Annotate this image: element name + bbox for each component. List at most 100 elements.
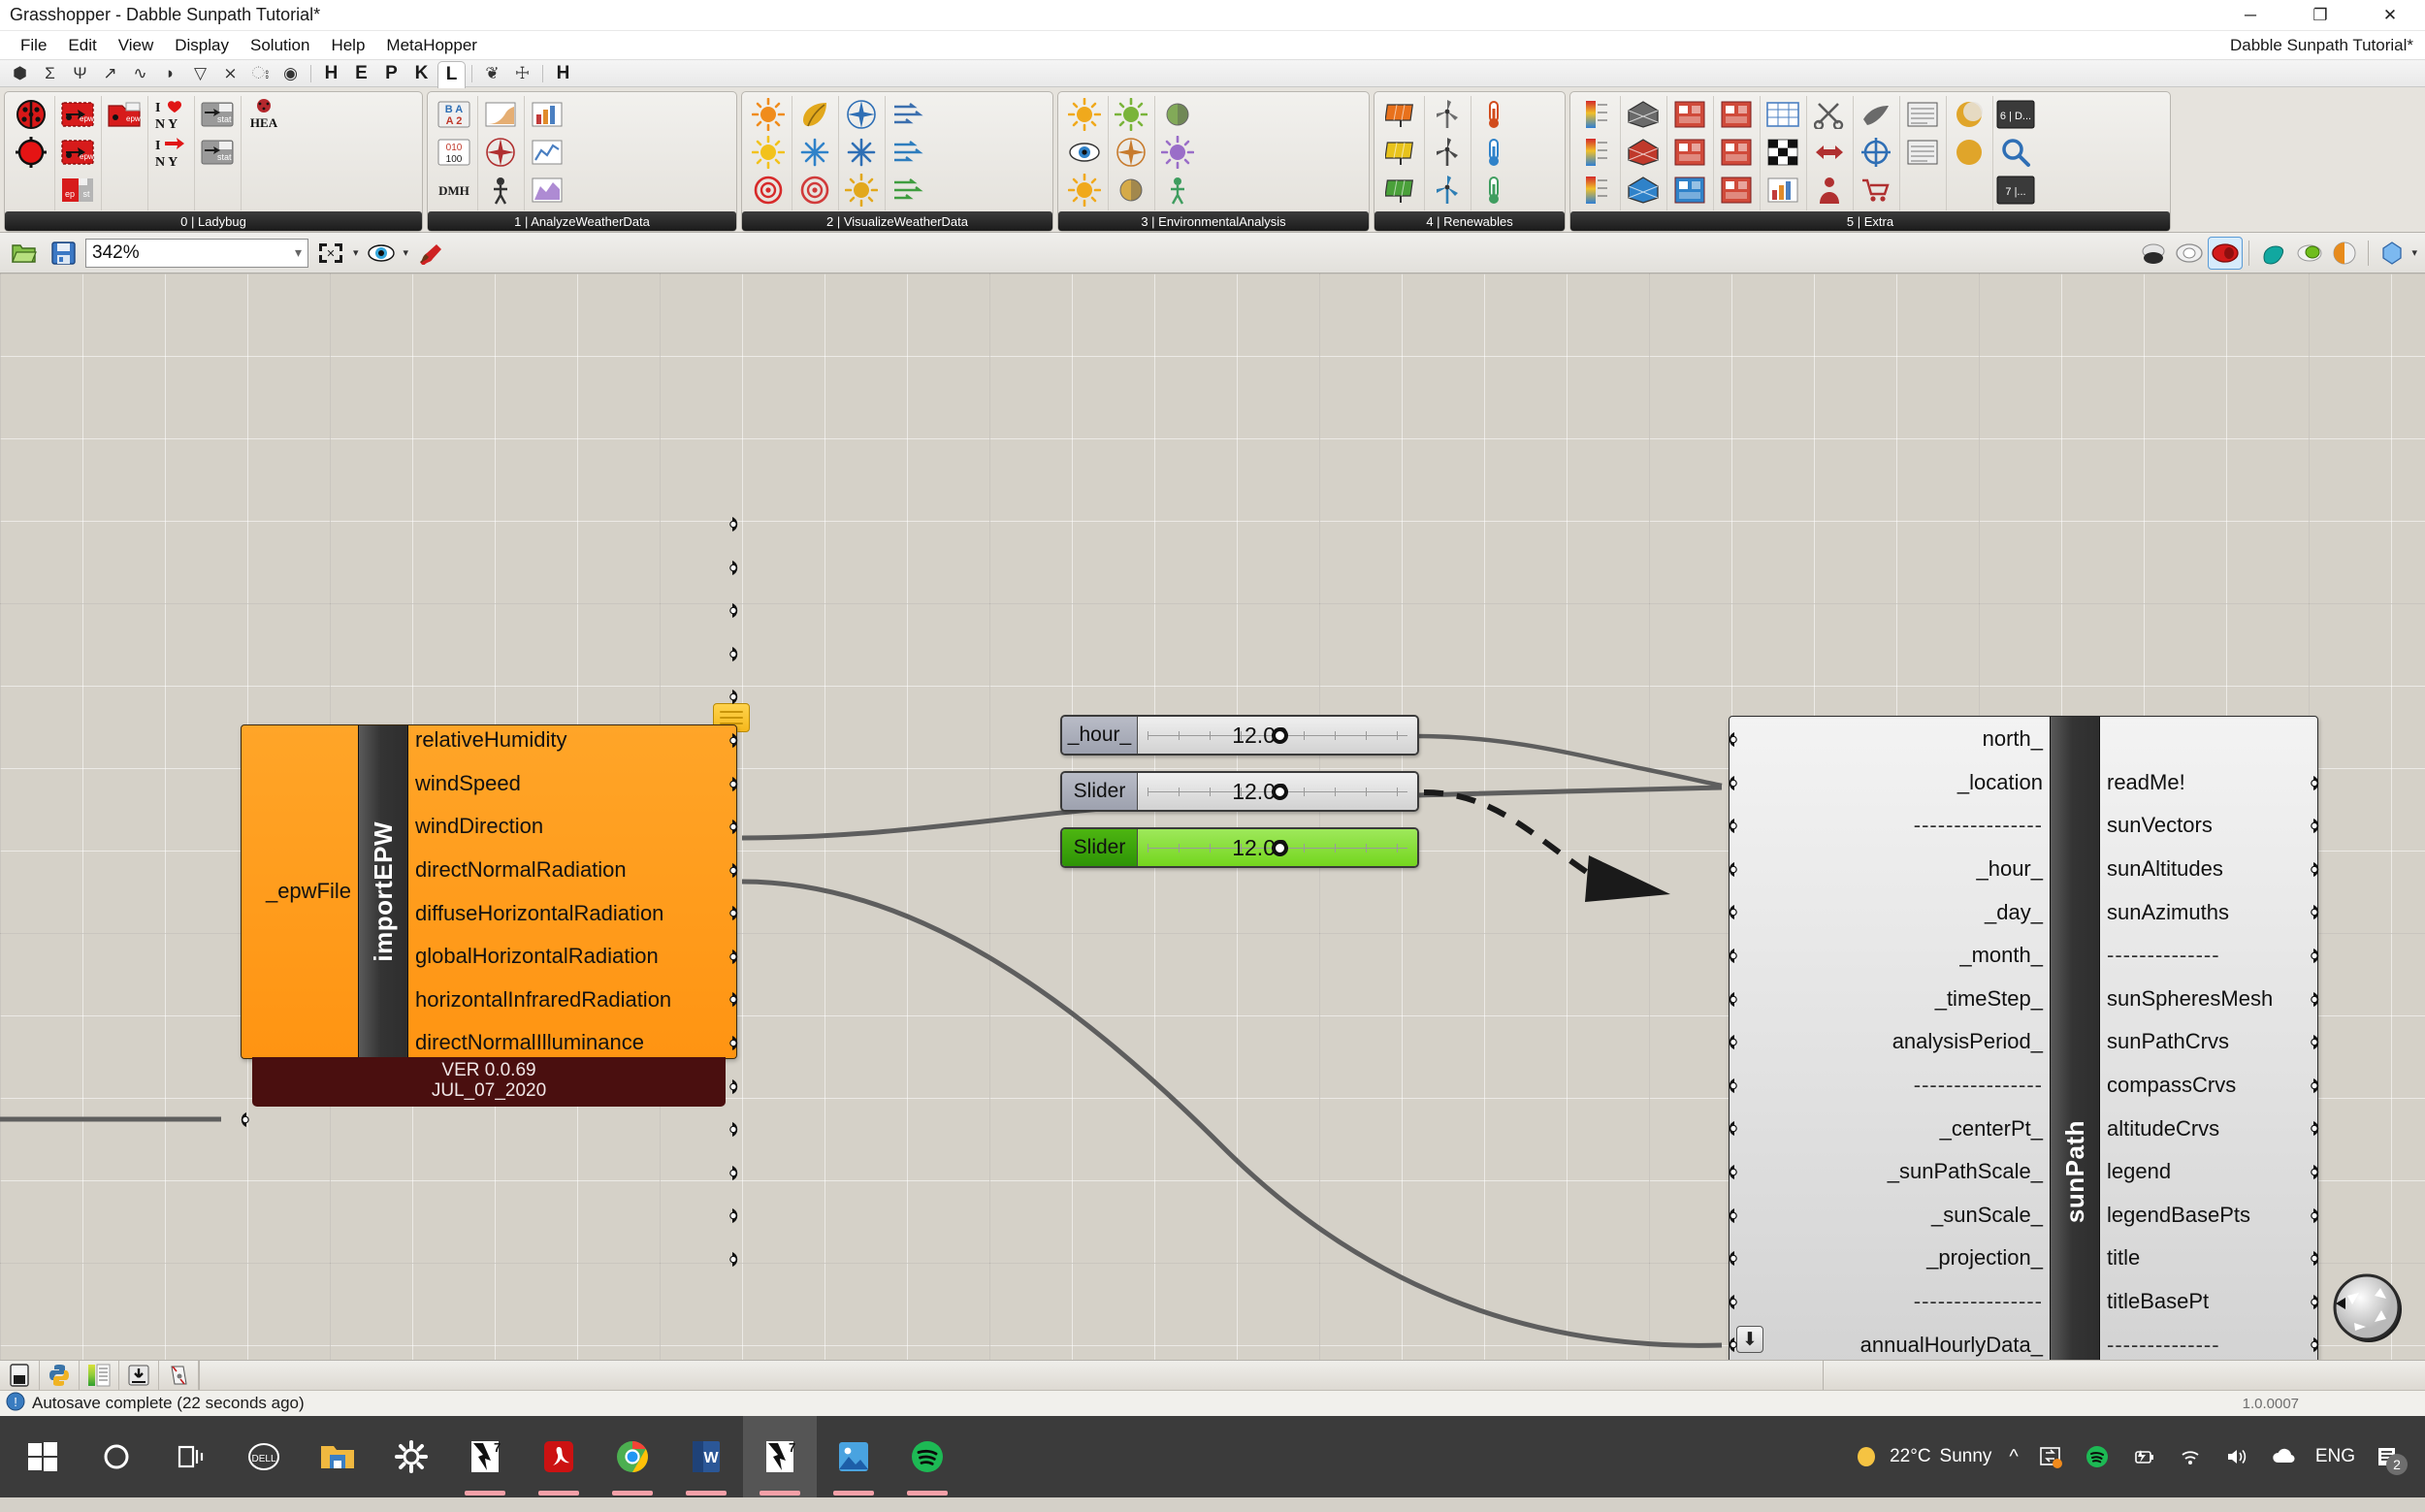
toggle-widget-icon[interactable] bbox=[0, 1361, 40, 1390]
param-nub-in[interactable] bbox=[1721, 948, 1737, 964]
terrain-icon[interactable] bbox=[1158, 172, 1197, 209]
display-mode-wireframe-icon[interactable] bbox=[2137, 238, 2170, 269]
image-photo-icon[interactable] bbox=[1670, 172, 1709, 209]
output-relativehumidity[interactable]: relativeHumidity bbox=[415, 724, 567, 762]
param-nub-in[interactable] bbox=[1721, 1034, 1737, 1050]
param-nub-in[interactable] bbox=[1721, 775, 1737, 791]
slider-hour-knob[interactable] bbox=[1272, 727, 1288, 744]
input-hour[interactable]: _hour_ bbox=[1976, 848, 2043, 891]
menu-item-display[interactable]: Display bbox=[164, 34, 240, 57]
moon-icon[interactable] bbox=[1950, 96, 1988, 133]
windrose-blue-icon[interactable] bbox=[842, 96, 881, 133]
param-nub-out[interactable] bbox=[2311, 904, 2327, 920]
weaverbird-icon[interactable]: ☩ bbox=[508, 61, 536, 86]
input-analysisperiod[interactable]: analysisPeriod_ bbox=[1892, 1020, 2043, 1064]
param-nub-in[interactable] bbox=[1721, 991, 1737, 1008]
epw-folder-icon[interactable]: epst bbox=[58, 172, 97, 209]
compass-rose-icon[interactable] bbox=[1112, 134, 1150, 171]
param-nub-in[interactable] bbox=[1721, 1207, 1737, 1224]
zoom-extents-icon[interactable]: ✕ bbox=[314, 238, 347, 269]
menu-item-view[interactable]: View bbox=[108, 34, 165, 57]
rhino-7-b[interactable]: 7 bbox=[743, 1416, 817, 1497]
param-nub-in[interactable] bbox=[1721, 1294, 1737, 1310]
onedrive-sync-icon[interactable] bbox=[2036, 1442, 2065, 1471]
param-nub-out[interactable] bbox=[729, 991, 746, 1008]
vector-arrow-icon[interactable]: ↗ bbox=[96, 61, 124, 86]
mesh-color-icon[interactable] bbox=[1624, 134, 1663, 171]
output-sunvectors[interactable]: sunVectors bbox=[2107, 804, 2213, 848]
chart-line-icon[interactable] bbox=[528, 134, 566, 171]
clock-sun-icon[interactable] bbox=[1112, 172, 1150, 209]
gradient-legend-icon[interactable] bbox=[80, 1361, 119, 1390]
human-tab[interactable]: H bbox=[549, 61, 577, 86]
slider-hour[interactable]: _hour_ 12.00 bbox=[1060, 715, 1419, 756]
param-nub-out[interactable] bbox=[729, 1165, 746, 1181]
spotify-tray-icon[interactable] bbox=[2083, 1442, 2112, 1471]
input-day[interactable]: _day_ bbox=[1985, 891, 2043, 935]
menu-item-edit[interactable]: Edit bbox=[57, 34, 107, 57]
maths-sigma-icon[interactable]: Σ bbox=[36, 61, 64, 86]
photos[interactable] bbox=[817, 1416, 890, 1497]
display-preview-green-icon[interactable] bbox=[2292, 238, 2325, 269]
table-icon[interactable] bbox=[1763, 96, 1802, 133]
thermal-water-icon[interactable] bbox=[1474, 134, 1513, 171]
legend-bar-icon[interactable] bbox=[1577, 134, 1616, 171]
pv-green-icon[interactable] bbox=[1381, 172, 1420, 209]
acrobat-reader[interactable] bbox=[522, 1416, 596, 1497]
output-sunazimuths[interactable]: sunAzimuths bbox=[2107, 891, 2229, 935]
param-nub-in[interactable] bbox=[1721, 1250, 1737, 1267]
bird-icon[interactable] bbox=[1857, 96, 1895, 133]
output-sunpathcrvs[interactable]: sunPathCrvs bbox=[2107, 1020, 2229, 1064]
sun-legend-icon[interactable] bbox=[842, 172, 881, 209]
heatmap-icon[interactable]: HEA bbox=[244, 96, 283, 133]
input-annualhourlydata[interactable]: annualHourlyData_ bbox=[1860, 1324, 2043, 1360]
param-nub-out[interactable] bbox=[2311, 1336, 2327, 1353]
ba2-icon[interactable]: B AA 2 bbox=[435, 96, 473, 133]
output-altitudecrvs[interactable]: altitudeCrvs bbox=[2107, 1108, 2219, 1151]
checker-icon[interactable] bbox=[1763, 134, 1802, 171]
download-icon[interactable] bbox=[119, 1361, 159, 1390]
start-button[interactable] bbox=[6, 1416, 80, 1497]
display-dropdown-arrow[interactable]: ▾ bbox=[2411, 246, 2417, 259]
sun-walk-icon[interactable] bbox=[481, 172, 520, 209]
param-nub-in[interactable] bbox=[1721, 1336, 1737, 1353]
output-sunaltitudes[interactable]: sunAltitudes bbox=[2107, 848, 2223, 891]
slider-three[interactable]: Slider 12.00 bbox=[1060, 827, 1419, 868]
leaf-green-icon[interactable] bbox=[795, 96, 834, 133]
param-nub-in[interactable] bbox=[1721, 818, 1737, 834]
param-nub-out[interactable] bbox=[2311, 1294, 2327, 1310]
eye-analysis-icon[interactable] bbox=[1065, 134, 1104, 171]
output-diffusehorizontalradiation[interactable]: diffuseHorizontalRadiation bbox=[415, 892, 663, 936]
seven-icon[interactable]: 7 |... bbox=[1996, 172, 2035, 209]
notification-center-icon[interactable]: 2 bbox=[2373, 1442, 2402, 1471]
panel-icon[interactable] bbox=[1903, 96, 1942, 133]
cart-icon[interactable] bbox=[1857, 172, 1895, 209]
rhino-7-a[interactable]: 7 bbox=[448, 1416, 522, 1497]
output-windspeed[interactable]: windSpeed bbox=[415, 762, 521, 806]
preview-eye-icon[interactable] bbox=[365, 238, 398, 269]
dmh-icon[interactable]: DMH bbox=[435, 172, 473, 209]
collapse-inputs-icon[interactable]: ⬇ bbox=[1736, 1326, 1763, 1353]
download-epw-icon[interactable]: epw bbox=[58, 96, 97, 133]
radial-blue-icon[interactable] bbox=[795, 134, 834, 171]
sun-analysis-icon[interactable] bbox=[1065, 96, 1104, 133]
file-explorer[interactable] bbox=[301, 1416, 374, 1497]
menu-item-solution[interactable]: Solution bbox=[240, 34, 320, 57]
param-nub-in[interactable] bbox=[1721, 904, 1737, 920]
slider-three-track[interactable]: 12.00 bbox=[1138, 829, 1417, 866]
moon-half-icon[interactable] bbox=[1950, 134, 1988, 171]
output-title[interactable]: title bbox=[2107, 1237, 2140, 1280]
close-button[interactable]: ✕ bbox=[2355, 0, 2425, 31]
param-nub-out[interactable] bbox=[729, 689, 746, 705]
component-importepw[interactable]: _epwFile importEPW readMe!latitudelocati… bbox=[241, 724, 737, 1059]
python-icon[interactable] bbox=[40, 1361, 80, 1390]
psychrometric-icon[interactable] bbox=[481, 96, 520, 133]
param-nub-in[interactable] bbox=[1721, 1164, 1737, 1180]
pollination-tab[interactable]: P bbox=[377, 61, 405, 86]
component-sunpath[interactable]: north__location----------------_hour__da… bbox=[1729, 716, 2318, 1360]
mesh-wheel-icon[interactable] bbox=[1624, 172, 1663, 209]
param-nub-out[interactable] bbox=[729, 949, 746, 965]
scissors-icon[interactable] bbox=[1810, 96, 1849, 133]
canvas-navigation-compass[interactable] bbox=[2326, 1267, 2408, 1348]
pv-orange-icon[interactable] bbox=[1381, 96, 1420, 133]
